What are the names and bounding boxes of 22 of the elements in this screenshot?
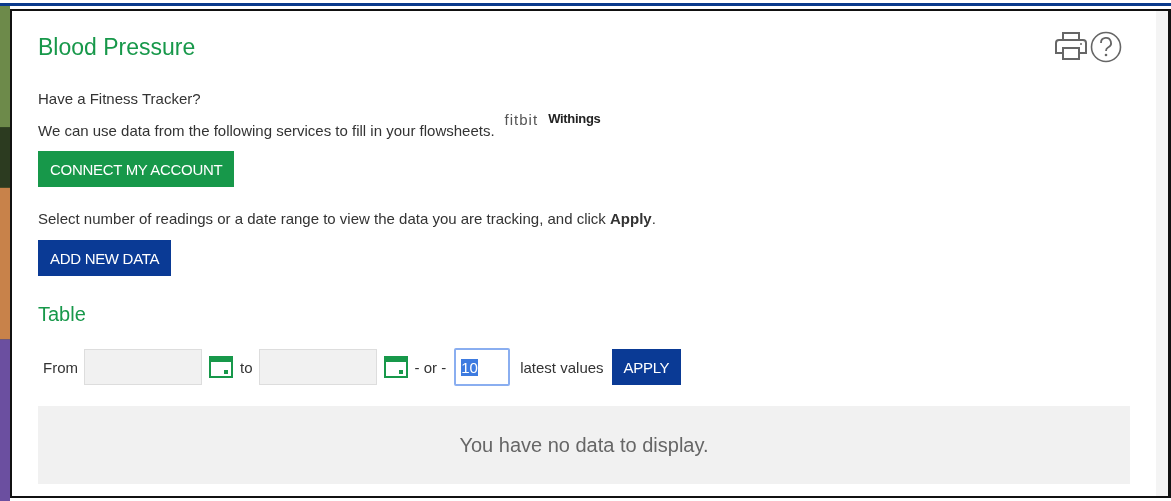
service-logo: Withings xyxy=(548,111,601,126)
from-label: From xyxy=(43,358,78,376)
or-label: - or - xyxy=(414,358,447,376)
latest-values-label: latest values xyxy=(520,358,604,376)
section-title: Table xyxy=(38,303,87,326)
service-logo: fitbit xyxy=(504,111,539,128)
printer-icon[interactable] xyxy=(1054,31,1088,61)
empty-message: You have no data to display. xyxy=(459,433,709,457)
calendar-icon[interactable] xyxy=(208,354,234,380)
panel-title: Blood Pressure xyxy=(38,33,196,61)
instructions-text: Select number of readings or a date range to view the data you are tracking, and click Apply. xyxy=(38,209,657,229)
add-new-data-button[interactable]: ADD NEW DATA xyxy=(38,240,172,276)
tracker-description: We can use data from the following services to fill in your flowsheets. xyxy=(38,121,495,141)
count-field[interactable]: 10 xyxy=(454,348,511,386)
to-label: to xyxy=(240,358,253,376)
help-icon[interactable] xyxy=(1090,31,1122,63)
tracker-question: Have a Fitness Tracker? xyxy=(38,89,202,109)
connect-account-button[interactable]: CONNECT MY ACCOUNT xyxy=(38,151,235,187)
to-date-field[interactable] xyxy=(258,349,377,385)
from-date-field[interactable] xyxy=(84,349,202,385)
apply-button[interactable]: APPLY xyxy=(611,349,682,385)
calendar-icon[interactable] xyxy=(382,354,409,380)
